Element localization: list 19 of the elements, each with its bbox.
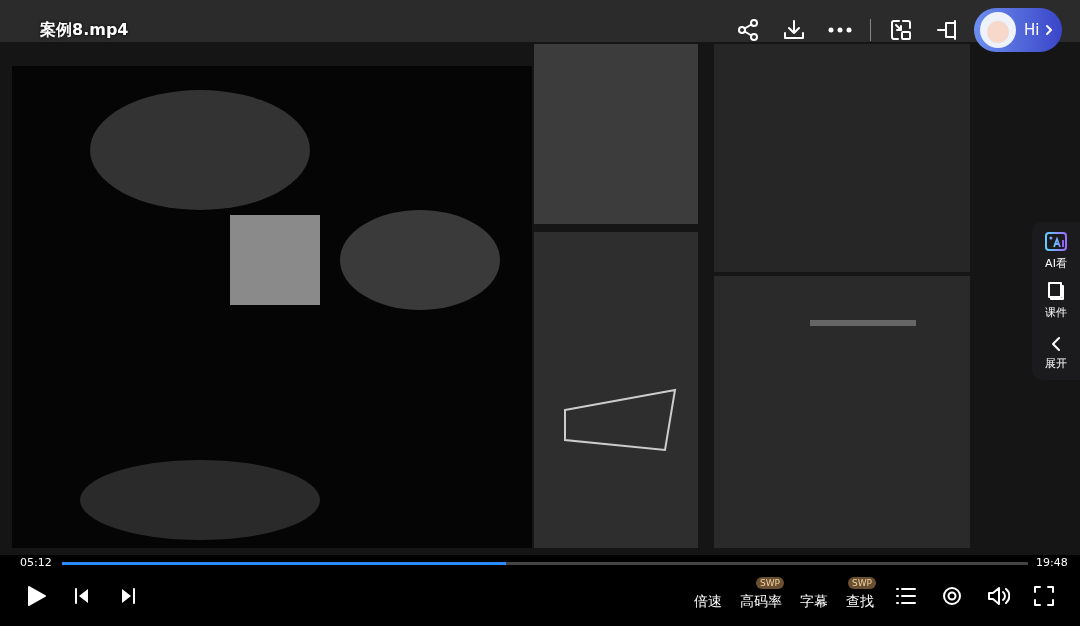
badge: SWP bbox=[847, 577, 876, 589]
side-panel-item[interactable]: 课件 bbox=[1045, 281, 1067, 320]
progress-bar[interactable] bbox=[62, 561, 1028, 565]
current-time: 05:12 bbox=[20, 555, 53, 571]
avatar-icon bbox=[978, 10, 1018, 50]
player-menu-button[interactable]: 字幕 bbox=[798, 577, 830, 615]
side-panel-item[interactable]: AI看 bbox=[1045, 232, 1067, 271]
side-panel-item[interactable]: 展开 bbox=[1045, 336, 1067, 371]
chevron-left-icon bbox=[1050, 336, 1062, 352]
player-menu-button[interactable]: SWP 查找 bbox=[844, 577, 876, 615]
badge: SWP bbox=[755, 577, 784, 589]
assistant-button[interactable]: Hi bbox=[974, 8, 1062, 52]
player-menu-button[interactable]: SWP 高码率 bbox=[738, 577, 784, 615]
video-title: 案例8.mp4 bbox=[40, 20, 129, 41]
duration-time: 19:48 bbox=[1036, 555, 1069, 571]
book-icon bbox=[1046, 281, 1066, 301]
chevron-right-icon bbox=[1045, 24, 1054, 36]
player-menu-button[interactable]: 倍速 bbox=[692, 577, 724, 615]
image-ai-icon bbox=[1045, 232, 1067, 252]
